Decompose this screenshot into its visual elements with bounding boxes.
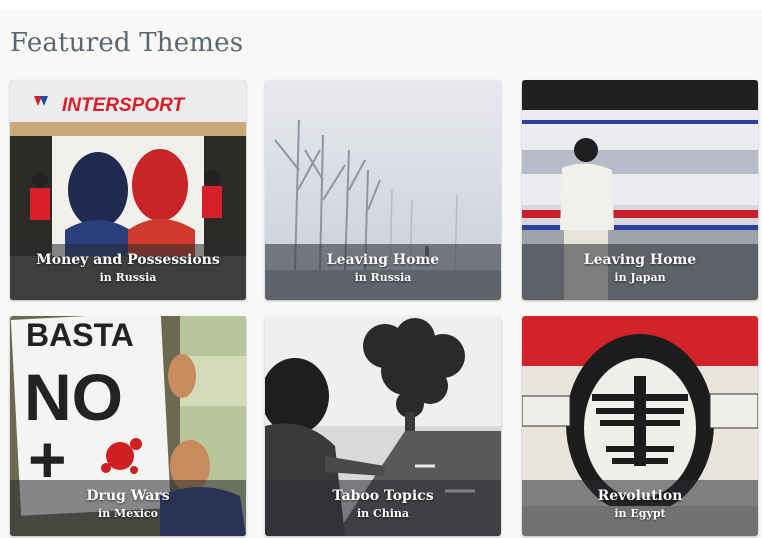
- card-title: Drug Wars: [86, 488, 170, 504]
- card-title: Taboo Topics: [332, 488, 434, 504]
- theme-card-leaving-home-russia[interactable]: Leaving Home in Russia: [265, 80, 501, 300]
- sign-word-basta: BASTA: [26, 317, 134, 353]
- card-title: Leaving Home: [326, 252, 440, 268]
- card-location: in Egypt: [614, 507, 666, 520]
- card-location: in Russia: [99, 271, 157, 284]
- card-caption: Money and Possessions in Russia: [10, 244, 246, 300]
- card-location: in China: [356, 507, 410, 520]
- card-caption: Taboo Topics in China: [265, 480, 501, 536]
- section-title: Featured Themes: [10, 28, 244, 58]
- card-caption: Leaving Home in Japan: [522, 244, 758, 300]
- theme-card-drug-wars[interactable]: BASTA NO + Drug Wars in Mexico: [10, 316, 246, 536]
- theme-card-taboo-topics[interactable]: Taboo Topics in China: [265, 316, 501, 536]
- theme-card-money-and-possessions[interactable]: INTERSPORT Money and Possessions in Russ…: [10, 80, 246, 300]
- intersport-logo-text: INTERSPORT: [62, 95, 186, 116]
- theme-card-leaving-home-japan[interactable]: Leaving Home in Japan: [522, 80, 758, 300]
- theme-card-revolution[interactable]: Revolution in Egypt: [522, 316, 758, 536]
- card-caption: Revolution in Egypt: [522, 480, 758, 536]
- card-title: Revolution: [597, 488, 683, 504]
- card-location: in Japan: [614, 271, 666, 284]
- card-caption: Leaving Home in Russia: [265, 244, 501, 300]
- card-location: in Russia: [354, 271, 412, 284]
- card-title: Leaving Home: [583, 252, 697, 268]
- card-location: in Mexico: [98, 507, 158, 520]
- card-caption: Drug Wars in Mexico: [10, 480, 246, 536]
- card-title: Money and Possessions: [36, 252, 220, 268]
